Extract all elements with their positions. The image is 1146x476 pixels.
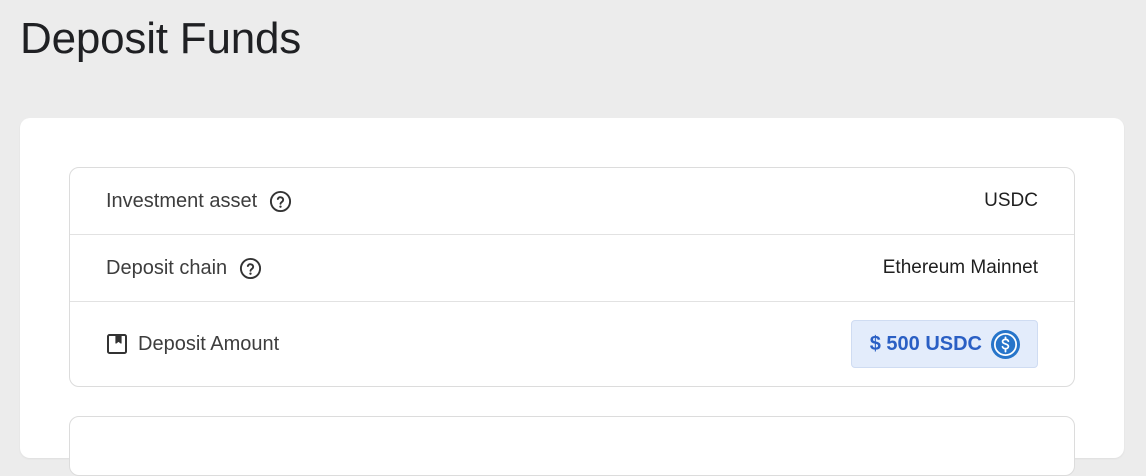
deposit-chain-label: Deposit chain [106, 256, 228, 279]
page-title: Deposit Funds [20, 14, 302, 63]
deposit-amount-label-group: Deposit Amount [106, 333, 279, 356]
deposit-details-table: Investment asset USDC Deposit chain Ethe… [69, 167, 1075, 387]
deposit-amount-label: Deposit Amount [138, 332, 280, 355]
help-icon[interactable] [239, 257, 262, 280]
deposit-card: Investment asset USDC Deposit chain Ethe… [20, 118, 1124, 476]
deposit-chain-row: Deposit chain Ethereum Mainnet [70, 235, 1074, 302]
deposit-amount-badge: $ 500 USDC [850, 320, 1038, 368]
deposit-chain-value: Ethereum Mainnet [882, 257, 1038, 278]
secondary-panel [69, 416, 1075, 476]
help-icon[interactable] [269, 190, 292, 213]
usdc-icon [990, 329, 1021, 360]
investment-asset-label: Investment asset [106, 189, 258, 212]
deposit-amount-row: Deposit Amount $ 500 USDC [70, 302, 1074, 386]
investment-asset-row: Investment asset USDC [70, 168, 1074, 235]
investment-asset-label-group: Investment asset [106, 190, 292, 213]
investment-asset-value: USDC [984, 190, 1038, 211]
deposit-chain-label-group: Deposit chain [106, 257, 262, 280]
deposit-amount-value: $ 500 USDC [869, 332, 982, 355]
book-icon [106, 333, 128, 355]
